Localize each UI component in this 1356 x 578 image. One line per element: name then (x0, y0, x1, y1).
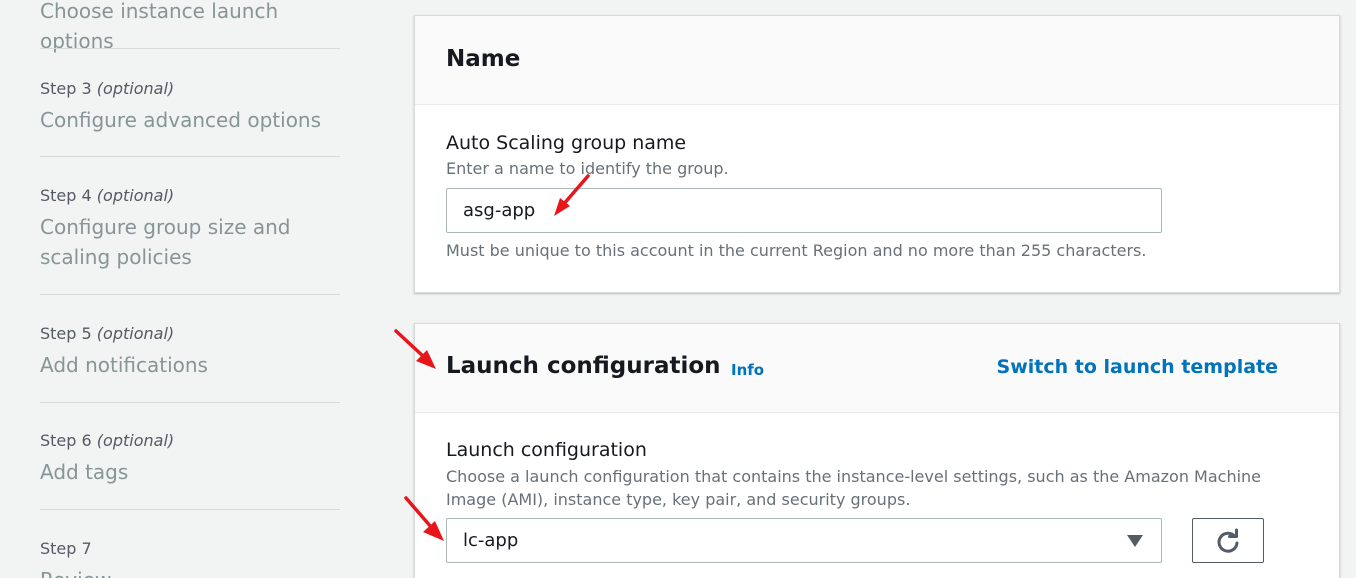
step-3-prefix: Step 3 (optional) (40, 79, 340, 99)
name-container: Name Auto Scaling group name Enter a nam… (414, 15, 1340, 293)
divider (40, 156, 340, 157)
step-7-number: Step 7 (40, 539, 92, 558)
divider (40, 294, 340, 295)
caret-down-icon (1127, 535, 1143, 547)
red-arrow-icon (554, 174, 590, 216)
name-section-title: Name (446, 46, 521, 72)
step-3-optional: (optional) (96, 79, 175, 98)
divider (40, 509, 340, 510)
step-6-link[interactable]: Step 6 (optional) Add tags (40, 431, 340, 487)
launch-configuration-description-line2: Image (AMI), instance type, key pair, an… (446, 490, 911, 509)
step-7-title: Review (40, 565, 340, 578)
red-arrow-icon (404, 496, 444, 541)
launch-configuration-section-title: Launch configuration (446, 353, 721, 379)
asg-name-constraint: Must be unique to this account in the cu… (446, 241, 1147, 260)
step-5-prefix: Step 5 (optional) (40, 324, 340, 344)
step-3-number: Step 3 (40, 79, 92, 98)
step-6-optional: (optional) (96, 431, 175, 450)
step-3-link[interactable]: Step 3 (optional) Configure advanced opt… (40, 79, 340, 135)
divider (40, 48, 340, 49)
step-5-title: Add notifications (40, 353, 208, 377)
switch-to-launch-template-link[interactable]: Switch to launch template (997, 356, 1278, 378)
launch-configuration-description-line1: Choose a launch configuration that conta… (446, 467, 1262, 486)
launch-configuration-selected-value: lc-app (463, 530, 519, 551)
launch-configuration-container: Launch configuration Info Switch to laun… (414, 323, 1340, 578)
step-6-prefix: Step 6 (optional) (40, 431, 340, 451)
step-7-link[interactable]: Step 7 Review (40, 539, 340, 578)
step-4-optional: (optional) (96, 186, 175, 205)
divider (40, 402, 340, 403)
asg-name-label: Auto Scaling group name (446, 132, 687, 154)
step-4-prefix: Step 4 (optional) (40, 186, 340, 206)
step-3-title: Configure advanced options (40, 108, 322, 132)
red-arrow-icon (394, 329, 436, 369)
refresh-button[interactable] (1192, 518, 1264, 563)
step-6-title: Add tags (40, 460, 129, 484)
step-4-link[interactable]: Step 4 (optional) Configure group size a… (40, 186, 340, 272)
refresh-icon (1217, 528, 1239, 553)
launch-configuration-header: Launch configuration Info Switch to laun… (415, 324, 1339, 413)
step-5-link[interactable]: Step 5 (optional) Add notifications (40, 324, 340, 380)
launch-configuration-label: Launch configuration (446, 439, 647, 461)
step-5-optional: (optional) (96, 324, 175, 343)
step-7-prefix: Step 7 (40, 539, 340, 559)
info-link[interactable]: Info (731, 361, 764, 379)
launch-configuration-select[interactable]: lc-app (446, 518, 1162, 563)
page: Choose instance launch options Step 3 (o… (0, 0, 1356, 578)
step-4-title-line2: scaling policies (40, 245, 192, 269)
step-6-number: Step 6 (40, 431, 92, 450)
step-5-number: Step 5 (40, 324, 92, 343)
step-4-number: Step 4 (40, 186, 92, 205)
step-4-title-line1: Configure group size and (40, 215, 291, 239)
name-container-header: Name (415, 16, 1339, 105)
